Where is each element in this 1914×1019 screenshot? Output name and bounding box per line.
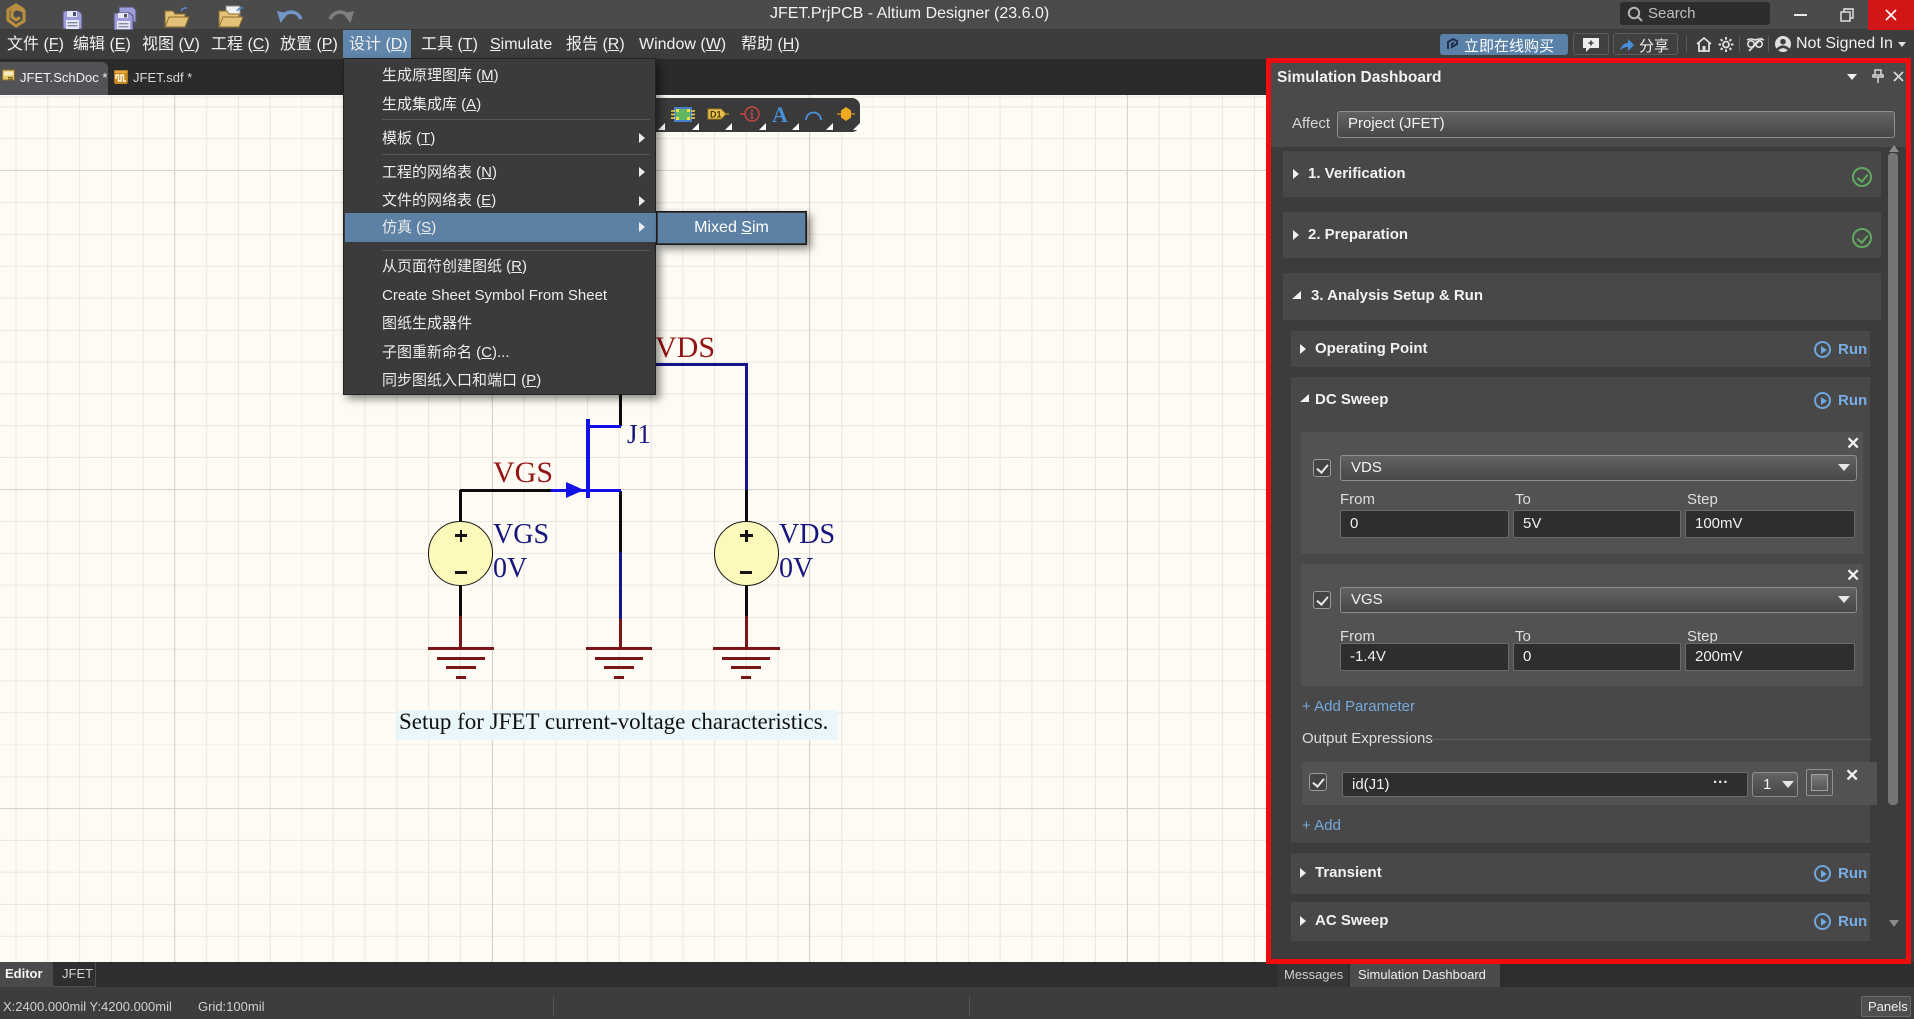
svg-text:D1: D1: [710, 110, 722, 120]
